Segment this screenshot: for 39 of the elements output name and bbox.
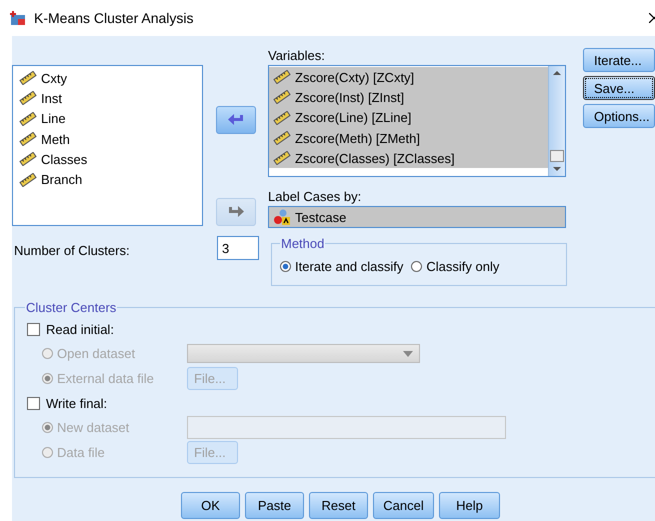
dialog-button[interactable]: OK bbox=[181, 492, 240, 519]
dialog-button[interactable]: Save... bbox=[583, 76, 655, 100]
left-arrow-icon bbox=[227, 113, 245, 127]
checkbox[interactable] bbox=[27, 322, 40, 336]
variable-name[interactable]: Branch bbox=[41, 172, 82, 188]
scrollbar[interactable] bbox=[548, 66, 565, 176]
checkbox[interactable] bbox=[27, 396, 40, 410]
caret-icon bbox=[403, 350, 413, 356]
move-button[interactable] bbox=[216, 106, 256, 134]
checkbox-label[interactable]: Write final: bbox=[46, 396, 108, 410]
variable-name[interactable]: Cxty bbox=[41, 70, 67, 86]
variable-name[interactable]: Meth bbox=[41, 132, 70, 147]
dialog-button[interactable]: Paste bbox=[245, 492, 304, 519]
label-cases-field[interactable]: Testcase bbox=[268, 206, 566, 228]
group-title: Cluster Centers bbox=[25, 300, 118, 315]
checkbox-label[interactable]: Read initial: bbox=[46, 322, 114, 336]
dialog-button[interactable]: Reset bbox=[309, 492, 368, 519]
radio-option[interactable]: Classify only bbox=[411, 259, 500, 274]
dialog-button[interactable]: Cancel bbox=[373, 492, 434, 519]
variable-name[interactable]: Classes bbox=[41, 152, 88, 167]
variable-name[interactable]: Inst bbox=[41, 90, 62, 106]
group-title: Method bbox=[280, 236, 326, 251]
label-cases-label: Label Cases by: bbox=[268, 189, 362, 206]
clusters-label: Number of Clusters: bbox=[13, 243, 131, 258]
radio-option[interactable]: Iterate and classify bbox=[280, 259, 404, 274]
dialog-button[interactable]: Options... bbox=[583, 104, 655, 128]
scroll-thumb[interactable] bbox=[550, 150, 564, 162]
dialog-button[interactable]: Iterate... bbox=[583, 48, 655, 72]
variable-name[interactable]: Line bbox=[41, 111, 66, 126]
right-arrow-icon bbox=[227, 205, 245, 219]
variables-label: Variables: bbox=[268, 48, 326, 65]
source-variable-list[interactable]: Cxty Inst Line Meth Classes Branch bbox=[12, 65, 203, 226]
clusters-field[interactable]: 3 bbox=[217, 236, 259, 260]
window-title: K-Means Cluster Analysis bbox=[34, 10, 194, 26]
dialog-button[interactable]: Help bbox=[439, 492, 500, 519]
nominal-variable-icon bbox=[273, 209, 291, 225]
variables-list[interactable]: Zscore(Cxty) [ZCxty] Zscore(Inst) [ZInst] Zscore(Line) [ZLine] Zscore(Meth) [ZMeth] Zscore(Classes) [ZClasses] bbox=[268, 65, 566, 177]
app-icon bbox=[10, 10, 26, 26]
close-icon[interactable] bbox=[649, 13, 655, 23]
